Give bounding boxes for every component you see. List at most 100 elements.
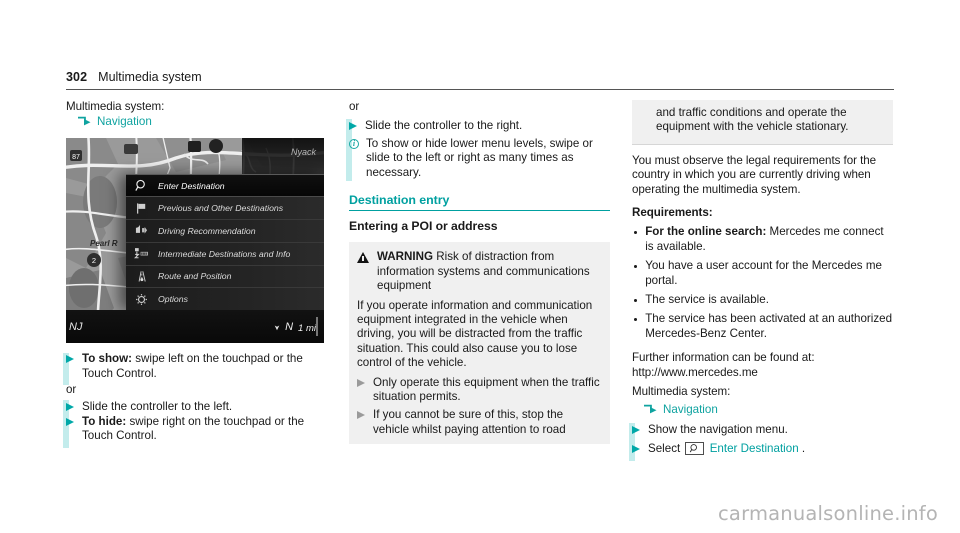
map-scale-label: 1 mi (298, 322, 316, 334)
triangle-right-icon (632, 425, 641, 435)
step-label-text: Show the navigation menu. (648, 422, 788, 436)
col3-system-path: Navigation (632, 402, 893, 417)
map-orientation-scale: N 1 mi (274, 316, 324, 336)
col1-system-label: Multimedia system: (66, 100, 165, 113)
info-note-text: To show or hide lower menu levels, swipe… (366, 136, 593, 179)
bullet-dot-icon (634, 264, 638, 268)
step-to-hide: To hide: swipe right on the touchpad or … (66, 415, 327, 444)
menu-item-route-and-position[interactable]: Route and Position (126, 266, 324, 289)
warning-label: WARNING (377, 250, 434, 264)
col2-steps-group: Slide the controller to the right. i To … (346, 119, 610, 182)
requirement-item: You have a user account for the Mercedes… (632, 259, 893, 288)
step-to-show: To show: swipe left on the touchpad or t… (66, 352, 327, 381)
warning-box-continued: and traffic conditions and operate the e… (632, 100, 893, 145)
map-state-label: NJ (69, 320, 83, 333)
svg-text:2: 2 (92, 256, 96, 265)
col3-system-label: Multimedia system: (632, 385, 731, 399)
chapter-title: Multimedia system (98, 70, 202, 84)
step-slide-left: Slide the controller to the left. (66, 400, 327, 414)
col1-system-path-label: Navigation (97, 115, 152, 129)
warning-bullet: If you cannot be sure of this, stop the … (357, 408, 602, 437)
turn-right-arrow-icon (77, 116, 92, 127)
magnifier-icon (685, 441, 705, 455)
watermark: carmanualsonline.info (718, 502, 938, 525)
section-heading-rule (349, 210, 610, 212)
warning-bullet-text: and traffic conditions and operate the e… (656, 106, 849, 134)
page-number: 302 (66, 70, 88, 84)
info-note: i To show or hide lower menu levels, swi… (349, 137, 610, 180)
menu-item-enter-destination[interactable]: Enter Destination (126, 174, 324, 198)
bullet-dot-icon (634, 230, 638, 235)
triangle-right-icon (66, 418, 75, 427)
header-divider (66, 89, 894, 91)
step-label-bold: To hide: (82, 415, 127, 429)
col2-or-label: or (349, 100, 360, 113)
menu-item-label: Options (158, 294, 188, 305)
magnifier-icon (134, 179, 149, 193)
bullet-dot-icon (634, 298, 638, 302)
compass-arrow-icon (274, 318, 280, 336)
further-information: Further information can be found at: htt… (632, 351, 815, 379)
speaker-arrow-icon (134, 224, 149, 238)
menu-item-options[interactable]: Options (126, 288, 324, 312)
map-scale-bar (316, 316, 318, 336)
requirement-text: The service is available. (645, 293, 769, 307)
step-label-text: Slide the controller to the right. (365, 119, 523, 133)
menu-item-label: Enter Destination (158, 180, 225, 191)
triangle-right-icon (66, 355, 75, 364)
requirement-text: You have a user account for the Mercedes… (645, 259, 882, 287)
warning-bullet-continued: and traffic conditions and operate the e… (640, 106, 885, 135)
warning-triangle-icon (357, 251, 369, 264)
triangle-right-icon (349, 122, 358, 131)
navigation-screenshot: 87 2 53 Pearl R Nyack (66, 138, 324, 344)
menu-item-previous-destinations[interactable]: Previous and Other Destinations (126, 197, 324, 220)
triangle-right-icon (632, 444, 641, 454)
menu-item-driving-recommendation[interactable]: Driving Recommendation (126, 220, 324, 243)
warning-bullet: Only operate this equipment when the tra… (357, 376, 602, 405)
col1-system-path: Navigation (66, 114, 327, 129)
legal-note: You must observe the legal requirements … (632, 153, 877, 196)
svg-text:87: 87 (72, 154, 80, 161)
triangle-right-icon (357, 411, 366, 420)
warning-bullet-text: If you cannot be sure of this, stop the … (373, 408, 566, 436)
select-suffix: . (801, 441, 806, 455)
bullet-dot-icon (634, 317, 638, 322)
select-prefix: Select (648, 441, 681, 455)
col3-steps-group: Show the navigation menu. Select Enter D… (629, 422, 893, 461)
requirement-item: The service has been activated at an aut… (632, 312, 893, 341)
gear-icon (134, 292, 149, 306)
content-columns: Multimedia system: Navigation 87 2 Pearl… (63, 100, 894, 480)
road-icon (134, 269, 149, 283)
menu-item-label: Route and Position (158, 271, 232, 282)
compass-north-label: N (285, 320, 294, 333)
map-city-label: Nyack (290, 147, 316, 158)
menu-item-label: Previous and Other Destinations (158, 203, 284, 214)
col1-or-label: or (66, 383, 77, 397)
map-scale: 1 mi (298, 316, 318, 336)
triangle-right-icon (357, 378, 366, 388)
info-icon: i (349, 139, 359, 150)
page-header: 302 Multimedia system (66, 70, 894, 84)
column-middle: or Slide the controller to the right. i … (346, 100, 610, 480)
section-heading-destination-entry: Destination entry (349, 193, 450, 208)
menu-item-intermediate-destinations[interactable]: Intermediate Destinations and Info (126, 243, 324, 266)
step-select-enter-destination: Select Enter Destination . (632, 441, 893, 456)
warning-body: If you operate information and communica… (357, 298, 593, 370)
col1-steps-group-1: To show: swipe left on the touchpad or t… (63, 352, 327, 386)
requirement-item: The service is available. (632, 293, 893, 307)
menu-item-label: Driving Recommendation (158, 225, 256, 236)
col3-system-path-label: Navigation (663, 402, 718, 416)
menu-item-label: Intermediate Destinations and Info (158, 248, 291, 259)
requirement-text: The service has been activated at an aut… (645, 312, 893, 340)
warning-header: WARNING Risk of distraction from informa… (357, 250, 602, 293)
subsection-heading-entering-poi: Entering a POI or address (349, 219, 498, 234)
requirement-bold: For the online search: (645, 225, 767, 239)
nav-menu-panel: Enter Destination Previous and Other Des… (126, 174, 324, 312)
select-target-label: Enter Destination (709, 441, 799, 455)
col1-steps-group-2: Slide the controller to the left. To hid… (63, 399, 327, 448)
step-slide-right: Slide the controller to the right. (349, 119, 610, 133)
step-label-bold: To show: (82, 352, 133, 366)
flag-icon (134, 201, 149, 215)
triangle-right-icon (66, 402, 75, 412)
requirement-item: For the online search: Mercedes me conne… (632, 225, 893, 254)
